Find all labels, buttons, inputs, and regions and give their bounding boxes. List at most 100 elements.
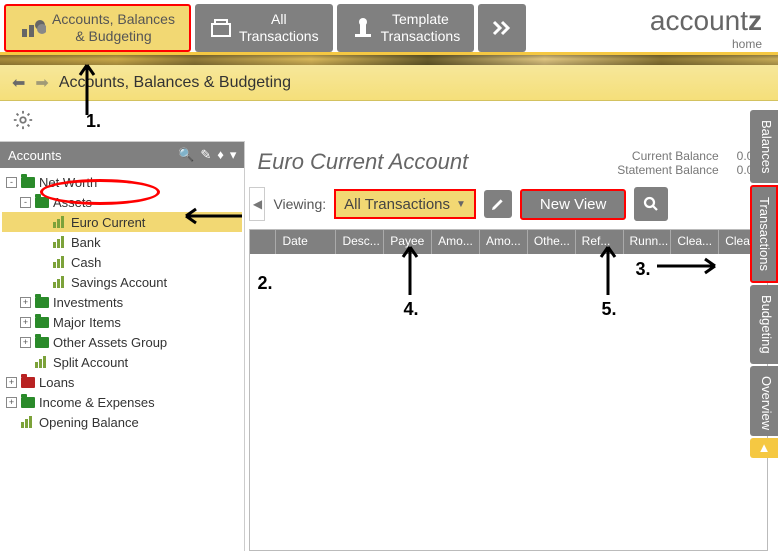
search-button[interactable]	[634, 187, 668, 221]
tab-template-transactions[interactable]: TemplateTransactions	[337, 4, 475, 52]
expand-toggle[interactable]: -	[20, 197, 31, 208]
tree-item-label: Investments	[53, 295, 123, 310]
tree-item[interactable]: + Investments	[2, 292, 242, 312]
account-icon	[21, 416, 35, 428]
grid-header: DateDesc...PayeeAmo...Amo...Othe...Ref..…	[250, 230, 767, 254]
tree-item-label: Split Account	[53, 355, 128, 370]
account-title: Euro Current Account	[257, 149, 468, 175]
tree-item-label: Net Worth	[39, 175, 97, 190]
folder-icon	[21, 397, 35, 408]
expand-toggle	[20, 357, 31, 368]
tree-item[interactable]: + Loans	[2, 372, 242, 392]
nav-forward-button[interactable]: ➡	[35, 73, 48, 93]
expand-toggle[interactable]: +	[20, 317, 31, 328]
tree-item[interactable]: Euro Current	[2, 212, 242, 232]
transactions-icon	[209, 16, 233, 40]
column-header[interactable]: Amo...	[480, 230, 528, 254]
column-header[interactable]: Amo...	[432, 230, 480, 254]
column-header[interactable]: Payee	[384, 230, 432, 254]
right-tabs: Balances Transactions Budgeting Overview…	[750, 110, 778, 460]
new-view-button[interactable]: New View	[520, 189, 626, 220]
column-header[interactable]: Date	[276, 230, 336, 254]
stamp-icon	[351, 16, 375, 40]
view-toolbar: ◀ Viewing: All Transactions ▼ New View ▶	[249, 181, 774, 229]
accounts-sidebar: Accounts 🔍 ✎ ♦ ▾ -Net Worth-AssetsEuro C…	[0, 141, 245, 551]
tab-accounts-balances[interactable]: Accounts, Balances& Budgeting	[4, 4, 191, 52]
tree-item-label: Cash	[71, 255, 101, 270]
tree-item-label: Loans	[39, 375, 74, 390]
rtab-return[interactable]: ▲	[750, 438, 778, 458]
tree-item-label: Euro Current	[71, 215, 145, 230]
sidebar-edit-icon[interactable]: ✎	[200, 147, 211, 163]
tree-item[interactable]: Cash	[2, 252, 242, 272]
sidebar-header: Accounts 🔍 ✎ ♦ ▾	[0, 142, 244, 168]
chevron-down-icon: ▼	[456, 199, 466, 210]
folder-icon	[21, 177, 35, 188]
folder-icon	[35, 317, 49, 328]
balance-summary: Current Balance0.00 Statement Balance0.0…	[617, 149, 760, 177]
viewing-label: Viewing:	[273, 196, 326, 212]
folder-icon	[35, 197, 49, 208]
gear-icon[interactable]	[12, 109, 34, 134]
accounts-tree: -Net Worth-AssetsEuro CurrentBankCashSav…	[0, 168, 244, 436]
expand-toggle[interactable]: +	[20, 297, 31, 308]
view-selector[interactable]: All Transactions ▼	[334, 189, 476, 219]
main-panel: Euro Current Account Current Balance0.00…	[245, 141, 778, 551]
column-header[interactable]: Desc...	[336, 230, 384, 254]
rtab-overview[interactable]: Overview	[750, 366, 778, 436]
tree-item-label: Bank	[71, 235, 101, 250]
tree-item-label: Savings Account	[71, 275, 167, 290]
sidebar-sort-icon[interactable]: ♦	[217, 147, 224, 163]
account-icon	[35, 356, 49, 368]
column-header[interactable]	[250, 230, 276, 254]
account-icon	[53, 276, 67, 288]
annotation-1: 1.	[86, 111, 101, 132]
transactions-grid[interactable]: DateDesc...PayeeAmo...Amo...Othe...Ref..…	[249, 229, 768, 551]
breadcrumb-bar: ⬅ ➡ Accounts, Balances & Budgeting	[0, 65, 778, 101]
edit-view-button[interactable]	[484, 190, 512, 218]
tree-item[interactable]: + Income & Expenses	[2, 392, 242, 412]
tree-item[interactable]: +Other Assets Group	[2, 332, 242, 352]
rtab-balances[interactable]: Balances	[750, 110, 778, 183]
prev-view-button[interactable]: ◀	[249, 187, 265, 221]
expand-toggle	[38, 277, 49, 288]
rtab-budgeting[interactable]: Budgeting	[750, 285, 778, 364]
tree-item-label: Assets	[53, 195, 92, 210]
tree-item[interactable]: + Major Items	[2, 312, 242, 332]
brand: accountz home	[650, 5, 778, 51]
tree-item[interactable]: Savings Account	[2, 272, 242, 292]
folder-icon	[35, 337, 49, 348]
rtab-transactions[interactable]: Transactions	[750, 185, 778, 283]
column-header[interactable]: Clea...	[671, 230, 719, 254]
tree-item[interactable]: Bank	[2, 232, 242, 252]
expand-toggle[interactable]: +	[20, 337, 31, 348]
expand-toggle[interactable]: +	[6, 377, 17, 388]
folder-icon	[35, 297, 49, 308]
grid-body	[250, 254, 767, 550]
tree-item-label: Income & Expenses	[39, 395, 155, 410]
sidebar-expand-icon[interactable]: ▾	[230, 147, 237, 163]
nav-back-button[interactable]: ⬅	[12, 73, 25, 93]
tree-item-label: Opening Balance	[39, 415, 139, 430]
account-icon	[53, 256, 67, 268]
expand-toggle[interactable]: +	[6, 397, 17, 408]
tree-item[interactable]: Split Account	[2, 352, 242, 372]
tree-item[interactable]: - Net Worth	[2, 172, 242, 192]
top-tabs: Accounts, Balances& Budgeting AllTransac…	[0, 0, 778, 55]
expand-toggle	[38, 257, 49, 268]
column-header[interactable]: Ref...	[576, 230, 624, 254]
tab-all-transactions[interactable]: AllTransactions	[195, 4, 333, 52]
expand-toggle	[38, 237, 49, 248]
expand-toggle	[6, 417, 17, 428]
more-tabs-button[interactable]	[478, 4, 526, 52]
column-header[interactable]: Runn...	[624, 230, 672, 254]
tree-item[interactable]: Opening Balance	[2, 412, 242, 432]
tree-item-label: Major Items	[53, 315, 121, 330]
expand-toggle[interactable]: -	[6, 177, 17, 188]
tree-item[interactable]: - Assets	[2, 192, 242, 212]
account-icon	[53, 216, 67, 228]
breadcrumb-text: Accounts, Balances & Budgeting	[59, 74, 291, 92]
account-icon	[53, 236, 67, 248]
sidebar-search-icon[interactable]: 🔍	[178, 147, 194, 163]
column-header[interactable]: Othe...	[528, 230, 576, 254]
